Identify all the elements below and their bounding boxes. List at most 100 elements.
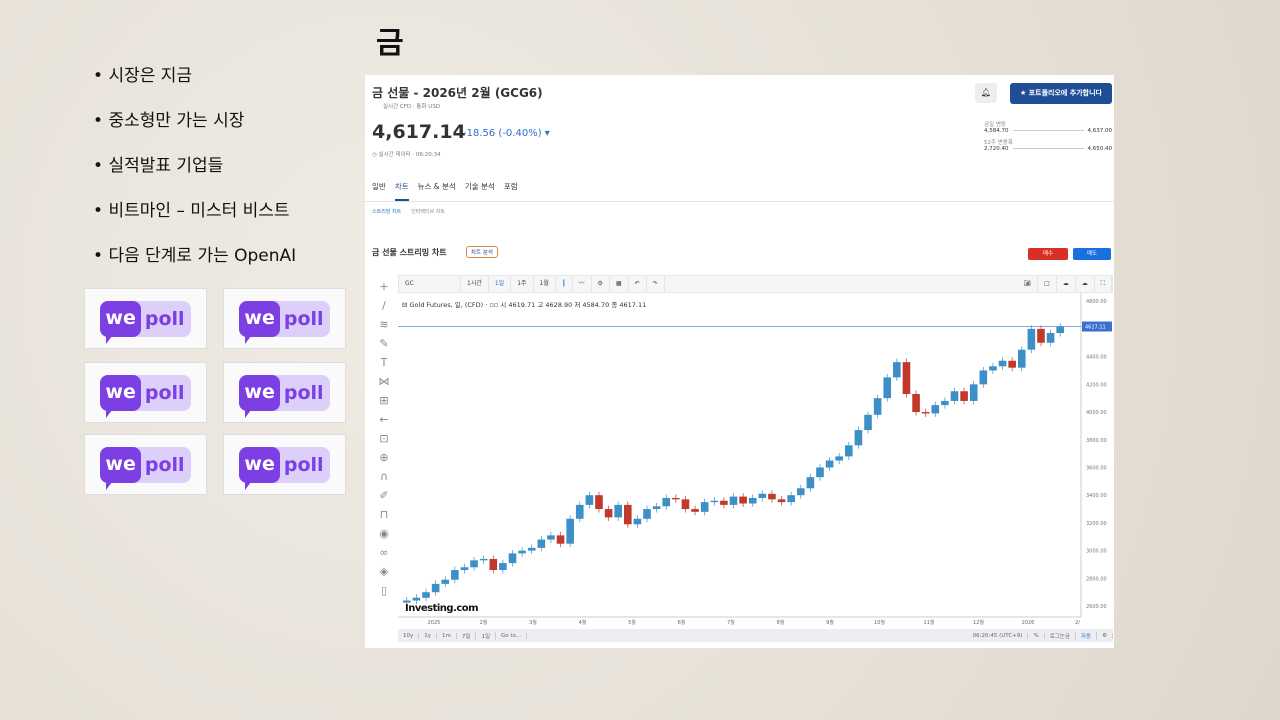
- goto-button[interactable]: Go to...: [496, 632, 528, 639]
- w52-low: 2,720.40: [984, 146, 1009, 152]
- price-chart[interactable]: 2600.00 2800.00 3000.00 3200.00 3400.00 3600.…: [398, 293, 1113, 629]
- tab[interactable]: 포럼: [504, 181, 518, 201]
- candle: [691, 509, 699, 512]
- x-tick-label: 10월: [874, 619, 885, 626]
- candle: [739, 496, 747, 504]
- measure-icon[interactable]: ⊞: [373, 394, 395, 413]
- interval-1h[interactable]: 1시간: [461, 276, 489, 292]
- interval-1w[interactable]: 1주: [511, 276, 534, 292]
- candle: [768, 493, 776, 500]
- tab[interactable]: 기술 분석: [465, 181, 495, 201]
- candle: [883, 377, 892, 399]
- y-tick-label: 3600.00: [1086, 465, 1107, 471]
- line-chart-icon[interactable]: 〰: [573, 276, 592, 292]
- layers-icon[interactable]: ◈: [373, 565, 395, 584]
- candle: [604, 509, 613, 518]
- candle: [998, 360, 1007, 367]
- candle: [1046, 333, 1055, 343]
- back-icon[interactable]: ←: [373, 413, 395, 432]
- y-tick-label: 4000.00: [1086, 410, 1107, 416]
- instrument-title: 금 선물 - 2026년 2월 (GCG6): [372, 86, 543, 100]
- day-low: 4,584.70: [984, 128, 1009, 134]
- pencil-lock-icon[interactable]: ✐: [373, 489, 395, 508]
- tab[interactable]: 일반: [372, 181, 386, 201]
- link-icon[interactable]: ∞: [373, 546, 395, 565]
- candle: [479, 558, 488, 561]
- range-1d[interactable]: 1일: [476, 631, 497, 640]
- x-tick-label: 7월: [727, 619, 735, 626]
- day-range: 4,584.70 4,637.00: [984, 128, 1112, 134]
- interval-1d[interactable]: 1일: [489, 276, 512, 292]
- tab[interactable]: 뉴스 & 분석: [418, 181, 456, 201]
- candle: [893, 362, 901, 378]
- trendline-icon[interactable]: /: [373, 299, 395, 318]
- pattern-icon[interactable]: ⋈: [373, 375, 395, 394]
- range-10y[interactable]: 10y: [398, 632, 420, 639]
- wepoll-logo: we poll: [84, 288, 207, 349]
- candle: [845, 445, 853, 457]
- buy-button[interactable]: 매수: [1028, 248, 1068, 260]
- magnet-icon[interactable]: ∩: [373, 470, 395, 489]
- bullet: 다음 단계로 가는 OpenAI: [93, 242, 296, 287]
- fib-icon[interactable]: ≋: [373, 318, 395, 337]
- x-tick-label: 12월: [973, 619, 984, 626]
- add-portfolio-button[interactable]: ★ 포트폴리오에 추가합니다: [1010, 83, 1112, 104]
- chart-title: 금 선물 스트리밍 차트: [372, 248, 447, 257]
- candle: [720, 500, 728, 505]
- range-1m[interactable]: 1m: [437, 632, 457, 639]
- indicators-icon[interactable]: ▦: [610, 276, 629, 292]
- wepoll-logo: we poll: [223, 434, 346, 495]
- gear-icon[interactable]: ⚙: [1097, 632, 1113, 639]
- percent-toggle[interactable]: %: [1028, 632, 1045, 639]
- candle-icon[interactable]: ┃: [556, 276, 573, 292]
- y-tick-label: 3000.00: [1086, 549, 1107, 555]
- alert-button[interactable]: 🔔︎: [975, 83, 997, 103]
- sell-button[interactable]: 매도: [1073, 248, 1111, 260]
- realtime-label: 실시간 CFD: [383, 104, 412, 110]
- eye-icon[interactable]: ◉: [373, 527, 395, 546]
- trash-icon[interactable]: ▯: [373, 584, 395, 603]
- price-change: -18.56 (-0.40%) ▾: [463, 128, 550, 139]
- camera-icon[interactable]: 📷︎: [1018, 276, 1039, 292]
- range-1y[interactable]: 1y: [419, 632, 438, 639]
- candle: [835, 456, 843, 461]
- candle: [979, 370, 988, 385]
- candle: [681, 499, 690, 510]
- range-7d[interactable]: 7일: [457, 631, 477, 640]
- lock-icon[interactable]: ⊓: [373, 508, 395, 527]
- y-tick-label: 4400.00: [1086, 355, 1107, 361]
- x-tick-label: 5월: [628, 619, 636, 626]
- tab[interactable]: 차트: [394, 181, 409, 201]
- layout-icon[interactable]: □: [1038, 276, 1057, 292]
- candle: [825, 460, 834, 468]
- redo-icon[interactable]: ↷: [647, 276, 665, 292]
- logo-poll: poll: [283, 453, 324, 476]
- crosshair-icon[interactable]: +: [373, 280, 395, 299]
- cloud-upload-icon[interactable]: ☁: [1076, 276, 1095, 292]
- subtab-interactive[interactable]: 인터랙티브 차트: [411, 208, 445, 215]
- chart-analysis-button[interactable]: 차트 분석: [466, 246, 498, 258]
- text-icon[interactable]: T: [373, 356, 395, 375]
- candle: [700, 502, 709, 512]
- brush-icon[interactable]: ✎: [373, 337, 395, 356]
- chart-bottom-bar: 10y 1y 1m 7일 1일 Go to... 06:20:45 (UTC+9)% 로그눈…: [398, 629, 1113, 642]
- interval-1m[interactable]: 1월: [534, 276, 556, 292]
- time-text: 실시간 데이터 · 06:20:34: [378, 152, 441, 158]
- subtab-streaming[interactable]: 스트리밍 차트: [372, 208, 401, 215]
- settings-icon[interactable]: ⚙: [592, 276, 610, 292]
- fullscreen-icon[interactable]: ⛶: [1095, 276, 1112, 292]
- zoom-icon[interactable]: ⊕: [373, 451, 395, 470]
- currency-label: 통화 USD: [416, 104, 441, 110]
- candle: [1056, 326, 1064, 334]
- wepoll-logo: we poll: [223, 288, 346, 349]
- auto-toggle[interactable]: 자동: [1076, 631, 1098, 640]
- undo-icon[interactable]: ↶: [629, 276, 647, 292]
- week52-label: 52주 변동폭: [984, 140, 1013, 146]
- ruler-icon[interactable]: ⊡: [373, 432, 395, 451]
- candle: [527, 547, 536, 551]
- cloud-download-icon[interactable]: ☁: [1057, 276, 1076, 292]
- x-tick-label: 9월: [826, 619, 834, 626]
- log-toggle[interactable]: 로그눈금: [1045, 631, 1076, 640]
- symbol-input[interactable]: GC: [399, 276, 461, 292]
- logo-poll: poll: [144, 381, 185, 404]
